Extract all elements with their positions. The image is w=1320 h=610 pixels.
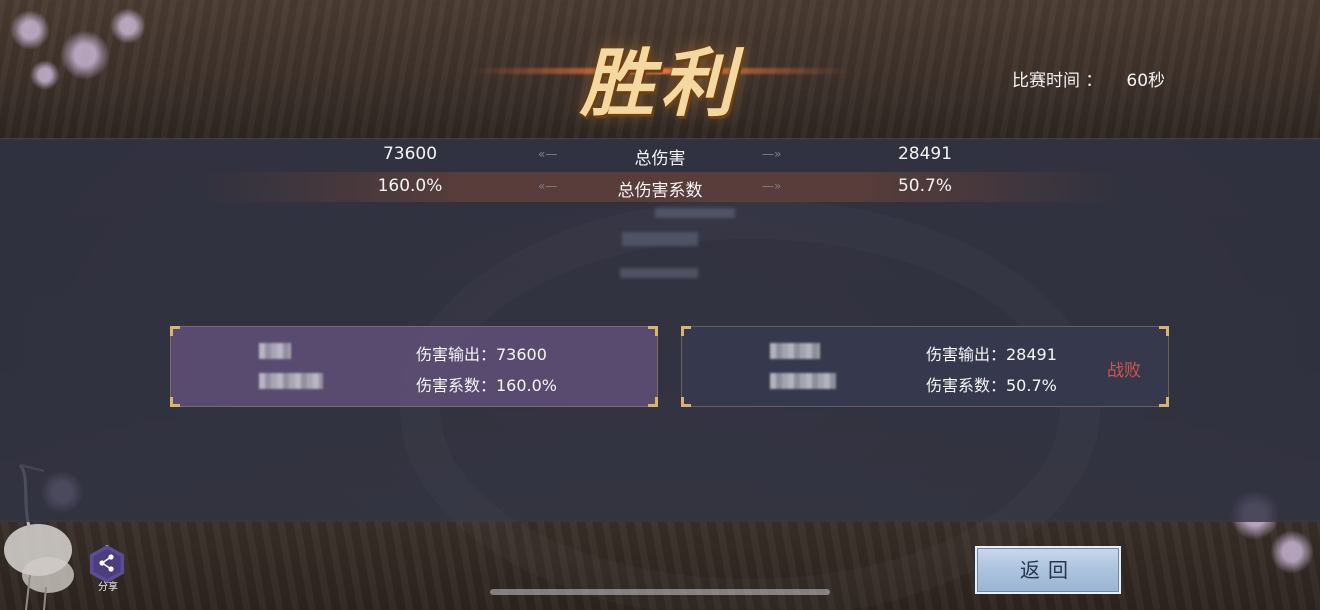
arrow-right-icon: —» [762,147,782,161]
summary-left-value: 73600 [382,144,438,164]
match-time-value: 60秒 [1126,71,1166,91]
share-label: 分享 [98,582,118,593]
player-card-opponent: 伤害输出：28491 伤害系数：50.7% 战败 [681,326,1169,407]
card-corner [170,397,180,407]
player-card-self: 伤害输出：73600 伤害系数：160.0% [170,326,658,407]
player-name-pixelated [259,343,291,359]
player-server-pixelated [259,373,323,389]
damage-coefficient: 伤害系数：50.7% [926,376,1057,395]
blossom-decoration [110,8,146,44]
summary-label: 总伤害系数 [617,181,703,201]
card-corner [681,326,691,336]
damage-output: 伤害输出：28491 [926,345,1057,364]
defeat-badge: 战败 [1107,361,1141,381]
blossom-decoration [1270,530,1314,574]
blurred-placeholder [622,232,698,246]
match-time: 比赛时间 ： 60秒 [1012,66,1165,91]
share-icon [99,554,114,572]
card-corner [648,326,658,336]
back-button[interactable]: 返回 [975,546,1121,594]
arrow-left-icon: «— [538,179,558,193]
blurred-placeholder [620,268,698,278]
summary-right-value: 50.7% [897,176,952,196]
card-corner [1159,326,1169,336]
summary-label: 总伤害 [634,149,686,169]
damage-coefficient: 伤害系数：160.0% [416,376,558,395]
blossom-decoration [10,10,50,50]
card-corner [648,397,658,407]
card-corner [170,326,180,336]
blossom-decoration [30,60,60,90]
share-button[interactable]: 分享 [86,545,130,593]
blossom-decoration [60,30,110,80]
home-indicator[interactable] [490,589,830,595]
victory-banner: 胜利 [470,18,850,128]
summary-left-value: 160.0% [377,176,443,196]
player-server-pixelated [770,373,836,389]
summary-row-total-damage: 73600 «— 总伤害 —» 28491 [0,140,1320,170]
card-corner [1159,397,1169,407]
summary-right-value: 28491 [897,144,953,164]
blurred-placeholder [655,208,735,218]
player-name-pixelated [770,343,820,359]
page-title: 胜利 [580,41,740,127]
match-time-label: 比赛时间 ： [1012,71,1103,91]
arrow-right-icon: —» [762,179,782,193]
damage-output: 伤害输出：73600 [416,345,547,364]
card-corner [681,397,691,407]
arrow-left-icon: «— [538,147,558,161]
summary-row-damage-coef: 160.0% «— 总伤害系数 —» 50.7% [0,172,1320,202]
